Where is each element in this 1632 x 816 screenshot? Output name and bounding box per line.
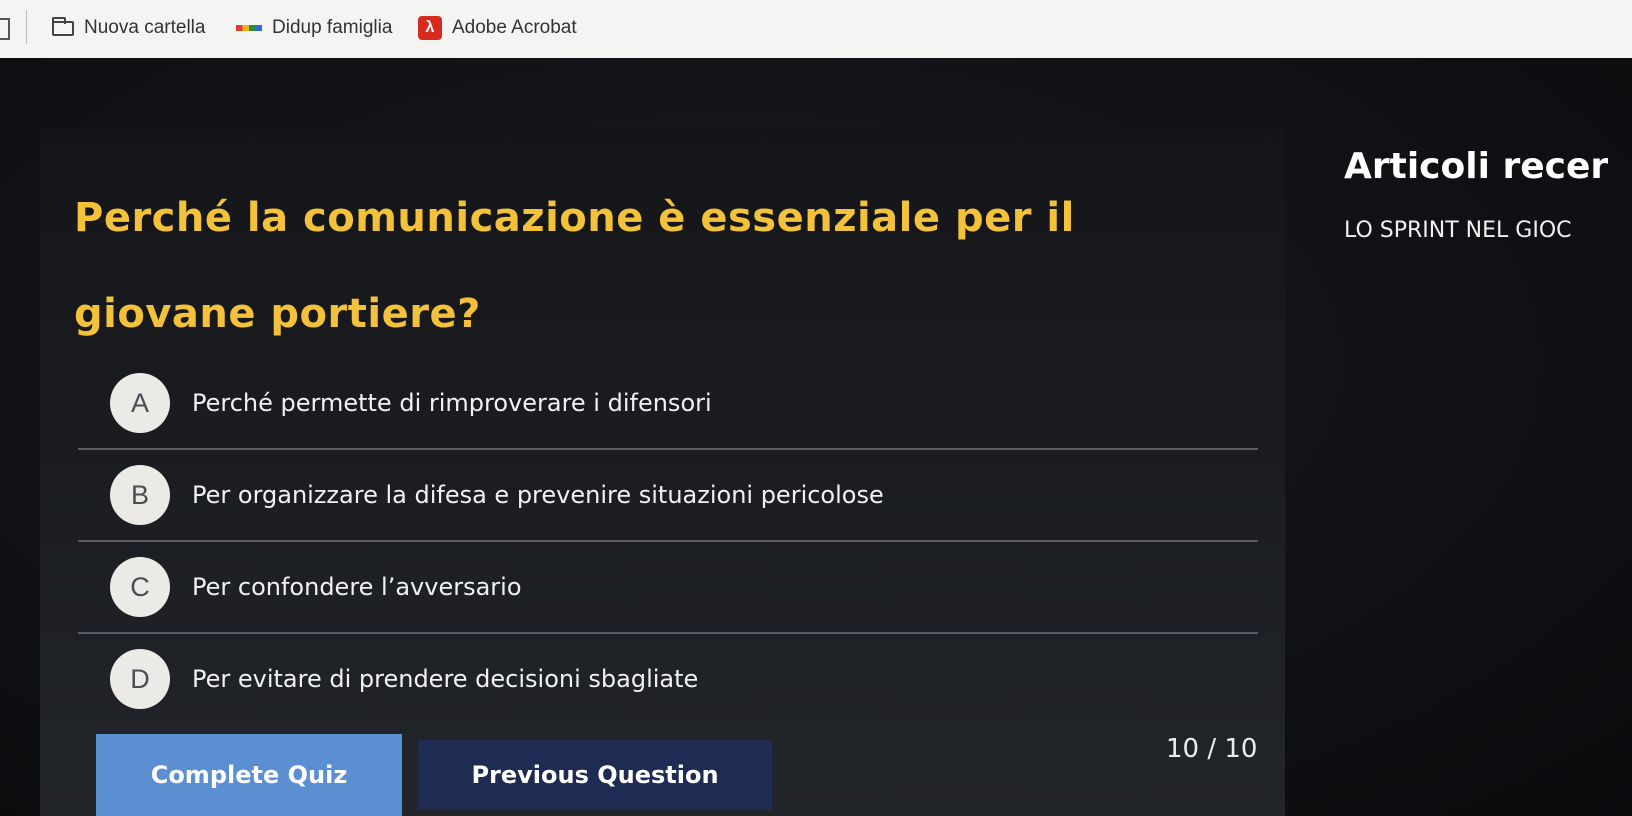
bookmark-didup-famiglia[interactable]: Didup famiglia	[236, 14, 392, 42]
option-text: Per confondere l’avversario	[192, 573, 522, 601]
apps-icon[interactable]	[0, 18, 10, 40]
quiz-question: Perché la comunicazione è essenziale per…	[74, 195, 1075, 337]
bookmarks-bar: Nuova cartella Didup famiglia λ Adobe Ac…	[0, 0, 1632, 58]
answer-option-b[interactable]: B Per organizzare la difesa e prevenire …	[78, 450, 1258, 542]
bookmark-label: Didup famiglia	[272, 17, 393, 38]
page-content: Perché la comunicazione è essenziale per…	[0, 58, 1632, 816]
question-counter: 10 / 10	[1166, 734, 1258, 764]
bookmark-nuova-cartella[interactable]: Nuova cartella	[52, 14, 205, 42]
option-letter-badge: A	[110, 373, 170, 433]
option-letter-badge: D	[110, 649, 170, 709]
bookmark-label: Adobe Acrobat	[452, 17, 577, 38]
option-text: Per evitare di prendere decisioni sbagli…	[192, 665, 699, 693]
answer-option-c[interactable]: C Per confondere l’avversario	[78, 542, 1258, 634]
didup-icon	[236, 25, 262, 31]
answer-options: A Perché permette di rimproverare i dife…	[78, 358, 1258, 724]
option-letter-badge: C	[110, 557, 170, 617]
acrobat-icon: λ	[418, 16, 442, 40]
answer-option-a[interactable]: A Perché permette di rimproverare i dife…	[78, 358, 1258, 450]
sidebar-recent-articles-title: Articoli recer	[1344, 146, 1609, 187]
sidebar-article-link[interactable]: LO SPRINT NEL GIOC	[1344, 218, 1632, 243]
option-letter-badge: B	[110, 465, 170, 525]
bookmarks-divider	[26, 10, 27, 44]
previous-question-button[interactable]: Previous Question	[418, 740, 772, 810]
folder-icon	[52, 16, 74, 36]
option-text: Perché permette di rimproverare i difens…	[192, 389, 712, 417]
bookmark-adobe-acrobat[interactable]: λ Adobe Acrobat	[418, 14, 577, 42]
answer-option-d[interactable]: D Per evitare di prendere decisioni sbag…	[78, 634, 1258, 724]
option-text: Per organizzare la difesa e prevenire si…	[192, 481, 884, 509]
complete-quiz-button[interactable]: Complete Quiz	[96, 734, 402, 816]
bookmark-label: Nuova cartella	[84, 17, 206, 38]
